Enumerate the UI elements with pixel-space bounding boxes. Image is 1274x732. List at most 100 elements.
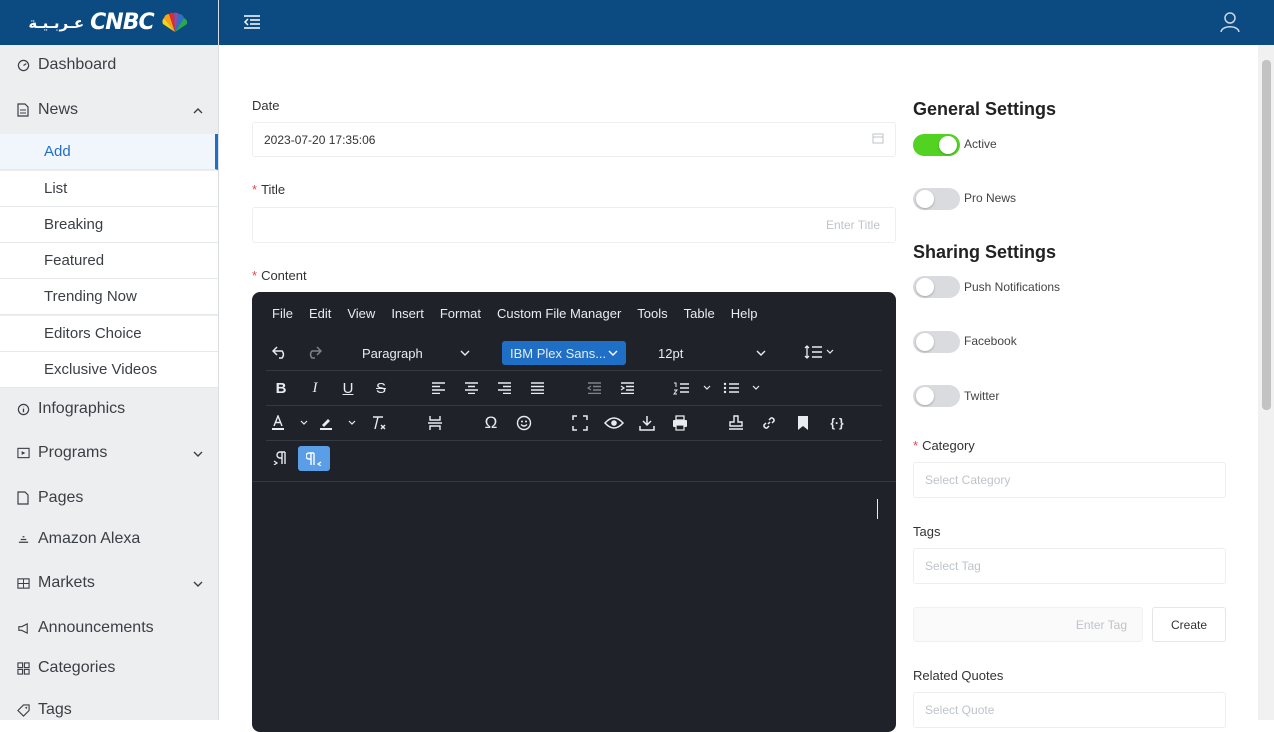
pro-news-toggle[interactable] xyxy=(913,188,960,210)
sidebar-sub-add[interactable]: Add xyxy=(0,134,218,170)
sidebar-item-pages[interactable]: Pages xyxy=(0,478,219,518)
menu-file[interactable]: File xyxy=(272,306,293,321)
bold-icon[interactable]: B xyxy=(270,376,292,400)
twitter-toggle[interactable] xyxy=(913,385,960,407)
video-icon xyxy=(16,446,30,460)
align-left-icon[interactable] xyxy=(427,376,449,400)
sidebar-sub-label: Breaking xyxy=(44,216,104,233)
menu-insert[interactable]: Insert xyxy=(391,306,424,321)
menu-fold-icon[interactable] xyxy=(243,14,261,30)
user-icon[interactable] xyxy=(1220,11,1240,38)
calendar-icon[interactable] xyxy=(872,132,884,147)
align-center-icon[interactable] xyxy=(460,376,482,400)
related-quotes-select[interactable]: Select Quote xyxy=(913,692,1226,728)
underline-icon[interactable]: U xyxy=(337,376,359,400)
sidebar-sub-featured[interactable]: Featured xyxy=(0,243,218,279)
rtl-icon[interactable] xyxy=(298,446,330,471)
scrollbar-thumb[interactable] xyxy=(1262,60,1271,410)
bullet-list-icon[interactable] xyxy=(722,376,764,400)
undo-icon[interactable] xyxy=(270,340,290,364)
block-format-select[interactable]: Paragraph xyxy=(354,341,478,365)
strikethrough-icon[interactable]: S xyxy=(370,376,392,400)
title-input[interactable]: Enter Title xyxy=(252,207,896,243)
outdent-icon[interactable] xyxy=(583,376,605,400)
sidebar-item-markets[interactable]: Markets xyxy=(0,563,219,603)
quote-placeholder: Select Quote xyxy=(925,703,995,717)
sidebar-item-programs[interactable]: Programs xyxy=(0,433,219,473)
line-height-icon[interactable] xyxy=(802,340,838,364)
clear-format-icon[interactable] xyxy=(368,411,390,435)
tags-select[interactable]: Select Tag xyxy=(913,548,1226,584)
indent-icon[interactable] xyxy=(616,376,638,400)
sidebar-sub-list[interactable]: List xyxy=(0,171,218,207)
code-variable-icon[interactable]: {·} xyxy=(825,411,849,435)
align-justify-icon[interactable] xyxy=(526,376,548,400)
redo-icon[interactable] xyxy=(304,340,324,364)
menu-edit[interactable]: Edit xyxy=(309,306,331,321)
stamp-icon[interactable] xyxy=(725,411,747,435)
facebook-toggle[interactable] xyxy=(913,331,960,353)
sidebar-item-news[interactable]: News xyxy=(0,90,219,130)
text-color-icon[interactable] xyxy=(270,411,312,435)
title-placeholder: Enter Title xyxy=(825,218,880,232)
category-select[interactable]: Select Category xyxy=(913,462,1226,498)
date-field[interactable]: 2023-07-20 17:35:06 xyxy=(252,122,896,157)
info-icon xyxy=(16,402,30,416)
chevron-down-icon xyxy=(193,576,203,594)
menu-table[interactable]: Table xyxy=(684,306,715,321)
numbered-list-icon[interactable] xyxy=(672,376,714,400)
menu-help[interactable]: Help xyxy=(731,306,758,321)
sidebar-sub-label: Featured xyxy=(44,252,105,269)
create-tag-button[interactable]: Create xyxy=(1152,607,1226,642)
sidebar-item-categories[interactable]: Categories xyxy=(0,648,219,688)
bookmark-icon[interactable] xyxy=(792,411,814,435)
menu-view[interactable]: View xyxy=(347,306,375,321)
sidebar-sub-breaking[interactable]: Breaking xyxy=(0,207,218,243)
push-notifications-toggle[interactable] xyxy=(913,276,960,298)
menu-custom-file-manager[interactable]: Custom File Manager xyxy=(497,306,621,321)
sidebar-item-label: News xyxy=(38,101,79,118)
italic-icon[interactable]: I xyxy=(304,376,326,400)
chevron-down-icon xyxy=(460,350,470,356)
fullscreen-icon[interactable] xyxy=(569,411,591,435)
category-label-text: Category xyxy=(922,438,975,453)
sidebar-item-label: Announcements xyxy=(38,619,154,636)
print-icon[interactable] xyxy=(669,411,691,435)
push-notifications-label: Push Notifications xyxy=(964,280,1061,294)
sidebar-item-amazon-alexa[interactable]: Amazon Alexa xyxy=(0,519,219,559)
toggle-knob xyxy=(916,387,934,405)
grid-icon xyxy=(16,576,30,590)
ltr-icon[interactable] xyxy=(270,446,292,470)
special-character-icon[interactable]: Ω xyxy=(480,411,502,435)
emoji-icon[interactable] xyxy=(513,411,535,435)
sidebar-sub-editors-choice[interactable]: Editors Choice xyxy=(0,316,218,352)
brand-arabic: عـربـيـة xyxy=(28,13,85,32)
align-right-icon[interactable] xyxy=(493,376,515,400)
link-icon[interactable] xyxy=(758,411,780,435)
sidebar-item-announcements[interactable]: Announcements xyxy=(0,608,219,648)
sidebar-item-label: Infographics xyxy=(38,400,126,417)
megaphone-icon xyxy=(16,621,30,635)
font-family-select[interactable]: IBM Plex Sans... xyxy=(502,341,626,365)
sidebar-sub-label: Exclusive Videos xyxy=(44,361,158,378)
enter-tag-input[interactable]: Enter Tag xyxy=(913,607,1143,642)
sidebar-item-infographics[interactable]: Infographics xyxy=(0,389,219,429)
menu-format[interactable]: Format xyxy=(440,306,481,321)
menu-tools[interactable]: Tools xyxy=(637,306,667,321)
active-toggle[interactable] xyxy=(913,134,960,156)
preview-icon[interactable] xyxy=(602,411,626,435)
toggle-knob xyxy=(916,190,934,208)
brand-logo[interactable]: عـربـيـة CNBC xyxy=(0,0,218,45)
sidebar-item-tags[interactable]: Tags xyxy=(0,690,219,730)
sidebar-sub-trending-now[interactable]: Trending Now xyxy=(0,279,218,315)
toolbar-separator xyxy=(266,370,882,371)
sidebar-item-dashboard[interactable]: Dashboard xyxy=(0,45,219,85)
page-break-icon[interactable] xyxy=(424,411,446,435)
editor-content-area[interactable] xyxy=(252,482,896,732)
font-size-select[interactable]: 12pt xyxy=(650,341,774,365)
highlight-color-icon[interactable] xyxy=(318,411,360,435)
download-icon[interactable] xyxy=(636,411,658,435)
sharing-settings-title: Sharing Settings xyxy=(913,242,1057,262)
sidebar-sub-exclusive-videos[interactable]: Exclusive Videos xyxy=(0,352,218,388)
font-family-value: IBM Plex Sans... xyxy=(510,345,607,361)
